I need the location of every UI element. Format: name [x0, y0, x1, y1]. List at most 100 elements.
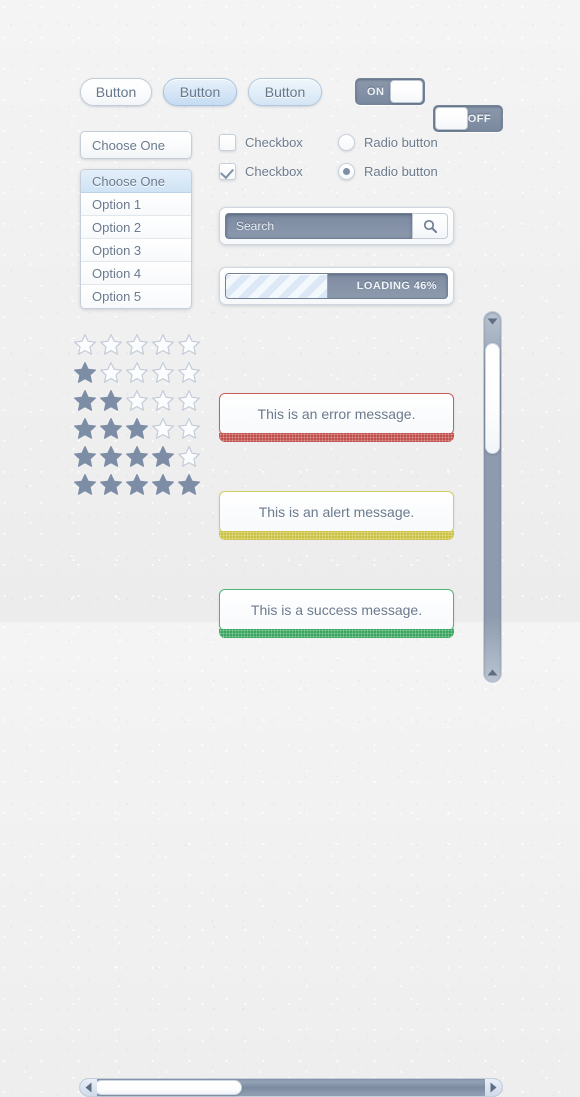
radio-label: Radio button: [364, 135, 438, 150]
vertical-scrollbar[interactable]: [483, 311, 502, 683]
message-success: This is a success message.: [219, 589, 454, 638]
toggle-off-label: OFF: [467, 112, 491, 125]
chevron-left-icon: [85, 1082, 92, 1093]
chevron-right-icon: [490, 1082, 497, 1093]
toggle-off-knob[interactable]: [435, 107, 468, 130]
ui-kit-canvas: Button Button Button ON OFF Choose One C…: [0, 0, 580, 1097]
star-rating-row[interactable]: [73, 473, 201, 497]
search-input[interactable]: Search: [225, 213, 412, 239]
list-item-label: Option 3: [92, 242, 142, 258]
star-empty-icon[interactable]: [151, 361, 175, 385]
star-empty-icon[interactable]: [177, 417, 201, 441]
message-error: This is an error message.: [219, 393, 454, 442]
star-empty-icon[interactable]: [177, 333, 201, 357]
star-filled-icon[interactable]: [125, 445, 149, 469]
vertical-scrollbar-thumb[interactable]: [485, 343, 500, 455]
star-empty-icon[interactable]: [125, 361, 149, 385]
star-filled-icon[interactable]: [99, 389, 123, 413]
star-filled-icon[interactable]: [125, 473, 149, 497]
scroll-down-arrow-button[interactable]: [484, 313, 501, 330]
chevron-up-icon: [487, 669, 498, 676]
checkbox-check-icon[interactable]: [219, 163, 236, 180]
horizontal-scrollbar-thumb[interactable]: [94, 1080, 243, 1095]
star-filled-icon[interactable]: [99, 417, 123, 441]
progress-fill: [226, 274, 328, 298]
list-item-option-4[interactable]: Option 4: [81, 262, 191, 285]
star-filled-icon[interactable]: [73, 417, 97, 441]
option-list[interactable]: Choose One Option 1 Option 2 Option 3 Op…: [80, 169, 192, 309]
star-filled-icon[interactable]: [73, 389, 97, 413]
list-item-option-5[interactable]: Option 5: [81, 285, 191, 308]
star-filled-icon[interactable]: [73, 445, 97, 469]
list-item-label: Option 4: [92, 265, 142, 281]
horizontal-scrollbar[interactable]: [79, 1078, 503, 1097]
checkbox-checked[interactable]: Checkbox: [219, 163, 303, 180]
scroll-up-arrow-button[interactable]: [484, 664, 501, 681]
star-rating-row[interactable]: [73, 361, 201, 385]
list-item-label: Option 5: [92, 289, 142, 304]
select-dropdown[interactable]: Choose One: [80, 131, 192, 159]
radio-dot-icon[interactable]: [338, 163, 355, 180]
star-filled-icon[interactable]: [73, 361, 97, 385]
star-empty-icon[interactable]: [177, 361, 201, 385]
star-rating-row[interactable]: [73, 445, 201, 469]
star-filled-icon[interactable]: [177, 473, 201, 497]
toggle-switch-on[interactable]: ON: [355, 78, 425, 105]
star-empty-icon[interactable]: [151, 389, 175, 413]
toggle-on-knob[interactable]: [390, 80, 423, 103]
star-empty-icon[interactable]: [177, 389, 201, 413]
list-item-option-1[interactable]: Option 1: [81, 193, 191, 216]
message-alert: This is an alert message.: [219, 491, 454, 540]
list-item-label: Option 1: [92, 196, 142, 212]
checkbox-box-icon[interactable]: [219, 134, 236, 151]
star-filled-icon[interactable]: [151, 445, 175, 469]
list-item-choose-one[interactable]: Choose One: [81, 170, 191, 193]
search-button[interactable]: [412, 213, 448, 239]
message-error-text: This is an error message.: [257, 406, 416, 422]
toggle-switch-off[interactable]: OFF: [433, 105, 503, 132]
star-empty-icon[interactable]: [125, 333, 149, 357]
star-rating-row[interactable]: [73, 389, 201, 413]
list-item-option-3[interactable]: Option 3: [81, 239, 191, 262]
star-rating-row[interactable]: [73, 333, 201, 357]
message-alert-text: This is an alert message.: [258, 504, 415, 520]
radio-selected[interactable]: Radio button: [338, 163, 438, 180]
radio-unselected[interactable]: Radio button: [338, 134, 438, 151]
list-item-option-2[interactable]: Option 2: [81, 216, 191, 239]
button-default-label: Button: [95, 84, 137, 100]
star-empty-icon[interactable]: [177, 445, 201, 469]
radio-label: Radio button: [364, 164, 438, 179]
toggle-on-label: ON: [367, 85, 385, 98]
search-field[interactable]: Search: [219, 207, 454, 245]
star-filled-icon[interactable]: [151, 473, 175, 497]
star-filled-icon[interactable]: [99, 445, 123, 469]
star-filled-icon[interactable]: [99, 473, 123, 497]
star-empty-icon[interactable]: [73, 333, 97, 357]
button-default[interactable]: Button: [80, 78, 152, 106]
radio-circle-icon[interactable]: [338, 134, 355, 151]
chevron-down-icon: [487, 318, 498, 325]
star-empty-icon[interactable]: [99, 333, 123, 357]
scroll-right-arrow-button[interactable]: [485, 1079, 502, 1096]
star-empty-icon[interactable]: [151, 333, 175, 357]
progress-bar: LOADING 46%: [219, 267, 454, 305]
star-empty-icon[interactable]: [151, 417, 175, 441]
star-empty-icon[interactable]: [99, 361, 123, 385]
star-filled-icon[interactable]: [73, 473, 97, 497]
button-hover-label: Button: [179, 84, 221, 100]
scroll-left-arrow-button[interactable]: [80, 1079, 97, 1096]
star-rating-row[interactable]: [73, 417, 201, 441]
message-alert-bar: [219, 531, 454, 540]
progress-track: LOADING 46%: [225, 273, 448, 299]
list-item-label: Choose One: [92, 173, 165, 189]
message-success-text: This is a success message.: [250, 602, 423, 618]
star-rating-group: [73, 333, 201, 501]
progress-label: LOADING 46%: [356, 280, 437, 292]
button-hover[interactable]: Button: [163, 78, 237, 106]
checkbox-unchecked[interactable]: Checkbox: [219, 134, 303, 151]
button-active[interactable]: Button: [248, 78, 322, 106]
message-error-bar: [219, 433, 454, 442]
star-empty-icon[interactable]: [125, 389, 149, 413]
star-filled-icon[interactable]: [125, 417, 149, 441]
search-icon: [423, 219, 437, 233]
